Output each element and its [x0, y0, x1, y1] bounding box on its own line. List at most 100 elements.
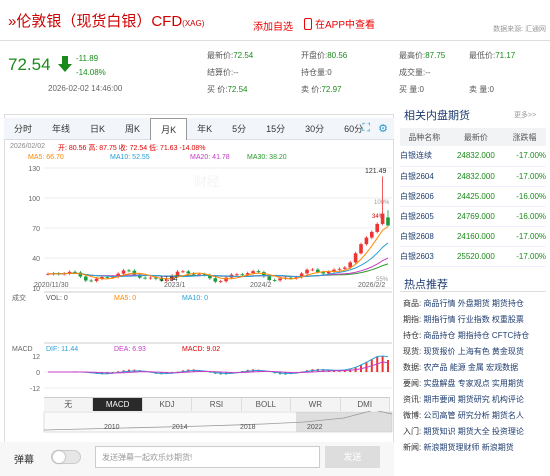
indicator-tabs: 无 MACD KDJ RSI BOLL WR DMI: [44, 397, 390, 411]
candle-body: [240, 274, 245, 276]
x-date-3: 2026/2/2: [358, 282, 385, 289]
high-label: 121.49: [365, 168, 387, 175]
indicator-kdj[interactable]: KDJ: [143, 398, 193, 411]
col-price: 最新价: [448, 128, 504, 146]
indicator-wr[interactable]: WR: [291, 398, 341, 411]
add-watchlist-button[interactable]: 添加自选: [253, 18, 293, 33]
candle-body: [305, 269, 309, 274]
recommend-divider: [400, 291, 546, 292]
fullscreen-icon[interactable]: ⛶: [362, 122, 370, 135]
candle-body: [256, 271, 261, 273]
candle-body: [175, 271, 180, 276]
candle-body: [127, 270, 131, 272]
y-tick-130: 130: [28, 166, 40, 173]
tab-daily-k[interactable]: 日K: [80, 118, 115, 140]
candle-body: [353, 253, 358, 263]
list-item[interactable]: 期指: 期指行情 行业指数 权重股票: [403, 312, 549, 328]
candle-body: [272, 280, 277, 281]
ma5-line: [47, 226, 389, 280]
kline-chart[interactable]: 130 100 70 40 10 100% 34% 55% 财经 121.49 …: [4, 140, 394, 440]
table-row[interactable]: 白银连续 24832.000 -17.00%: [400, 146, 546, 167]
indicator-rsi[interactable]: RSI: [192, 398, 242, 411]
futures-title: 相关内盘期货: [404, 110, 470, 122]
candle-body: [251, 271, 255, 274]
tab-5min[interactable]: 5分: [222, 118, 256, 140]
tab-intraday[interactable]: 分时: [4, 118, 42, 140]
tab-30min[interactable]: 30分: [295, 118, 334, 140]
indicator-dmi[interactable]: DMI: [341, 398, 390, 411]
price-change: -11.89 -14.08%: [76, 52, 106, 80]
macd-value: MACD: 9.02: [182, 346, 220, 353]
stat-ask-volume: 卖 量:0: [469, 85, 494, 94]
table-row[interactable]: 白银2604 24832.000 -17.00%: [400, 166, 546, 187]
tab-monthly-k[interactable]: 月K: [150, 118, 188, 140]
list-item[interactable]: 新闻: 新浪期货理财师 新浪期货: [403, 440, 549, 456]
indicator-boll[interactable]: BOLL: [242, 398, 292, 411]
volume-value: VOL: 0: [46, 295, 68, 302]
tab-yearly-k[interactable]: 年K: [187, 118, 222, 140]
list-item[interactable]: 持仓: 商品持仓 期指持仓 CFTC持仓: [403, 328, 549, 344]
danmu-toggle-knob: [53, 451, 65, 463]
watermark: 财经: [194, 174, 220, 189]
macd-dea: DEA: 6.93: [114, 346, 146, 353]
tab-15min[interactable]: 15分: [256, 118, 295, 140]
indicator-macd[interactable]: MACD: [93, 398, 143, 411]
stat-bid-volume: 买 量:0: [399, 85, 424, 94]
candle-body: [181, 271, 185, 273]
list-item[interactable]: 商品: 商品行情 外盘期货 期货持仓: [403, 296, 549, 312]
table-row[interactable]: 白银2603 25520.000 -17.00%: [400, 246, 546, 267]
stat-last: 最新价:72.54: [207, 51, 254, 60]
instrument-name: »伦敦银（现货白银）CFD: [8, 13, 183, 30]
col-name: 品种名称: [400, 128, 449, 146]
col-pct: 涨跌幅: [503, 128, 546, 146]
open-in-app-button[interactable]: 在APP中查看: [304, 16, 375, 31]
candle-body: [73, 271, 77, 273]
list-item[interactable]: 微博: 公司高管 研究分析 期货名人: [403, 408, 549, 424]
candle-body: [235, 274, 239, 276]
candle-body: [364, 237, 369, 245]
candle-body: [343, 267, 347, 269]
table-row[interactable]: 白银2605 24769.000 -16.00%: [400, 206, 546, 227]
period-tabs: 分时 年线 日K 周K 月K 年K 5分 15分 30分 60分: [4, 118, 394, 140]
candle-body: [370, 231, 374, 238]
stat-volume: 成交量:--: [399, 68, 431, 77]
down-arrow-icon: [58, 56, 72, 72]
danmu-input[interactable]: 发送弹幕一起欢乐炒期货!: [95, 446, 320, 468]
table-row[interactable]: 白银2608 24160.000 -17.00%: [400, 226, 546, 247]
futures-more-link[interactable]: 更多>>: [514, 110, 536, 120]
y-tick-40: 40: [32, 256, 40, 263]
candle-body: [380, 213, 385, 224]
tab-year-line[interactable]: 年线: [42, 118, 80, 140]
timeline-navigator[interactable]: 2010 2014 2018 2022: [43, 409, 393, 433]
table-row[interactable]: 白银2606 24425.000 -16.00%: [400, 186, 546, 207]
x-date-1: 2023/1: [164, 282, 186, 289]
stat-high: 最高价:87.75: [399, 51, 446, 60]
candle-body: [326, 271, 331, 274]
list-item[interactable]: 现货: 现货报价 上海有色 黄金现货: [403, 344, 549, 360]
macd-title: MACD: [12, 346, 33, 353]
x-date-0: 2020/11/30: [34, 282, 69, 289]
stat-open: 开盘价:80.56: [301, 51, 348, 60]
candle-body: [89, 280, 93, 282]
recommend-list: 商品: 商品行情 外盘期货 期货持仓 期指: 期指行情 行业指数 权重股票 持仓…: [403, 296, 549, 456]
list-item[interactable]: 要闻: 实盘解盘 专家观点 实用期货: [403, 376, 549, 392]
candles: [46, 176, 390, 284]
candle-body: [213, 278, 218, 282]
stat-ask: 卖 价:72.97: [301, 85, 342, 94]
danmu-send-button[interactable]: 发送: [325, 446, 380, 468]
timeline-year-1: 2014: [172, 424, 188, 431]
volume-ma5: MA5: 0: [114, 295, 136, 302]
list-item[interactable]: 资讯: 期市要闻 期货研究 机构评论: [403, 392, 549, 408]
y-tick-100: 100: [28, 196, 40, 203]
list-item[interactable]: 数据: 农产品 能源 金属 宏观数据: [403, 360, 549, 376]
indicator-none[interactable]: 无: [44, 398, 94, 411]
tab-weekly-k[interactable]: 周K: [115, 118, 150, 140]
ma20-line: [47, 257, 389, 278]
change-value: -11.89: [76, 54, 99, 63]
instrument-code: (XAG): [182, 19, 205, 28]
list-item[interactable]: 入门: 期货知识 期货大全 投资理论: [403, 424, 549, 440]
candle-body: [197, 274, 201, 276]
y-tick-70: 70: [32, 226, 40, 233]
stat-low: 最低价:71.17: [469, 51, 516, 60]
settings-icon[interactable]: ⚙: [378, 122, 388, 135]
